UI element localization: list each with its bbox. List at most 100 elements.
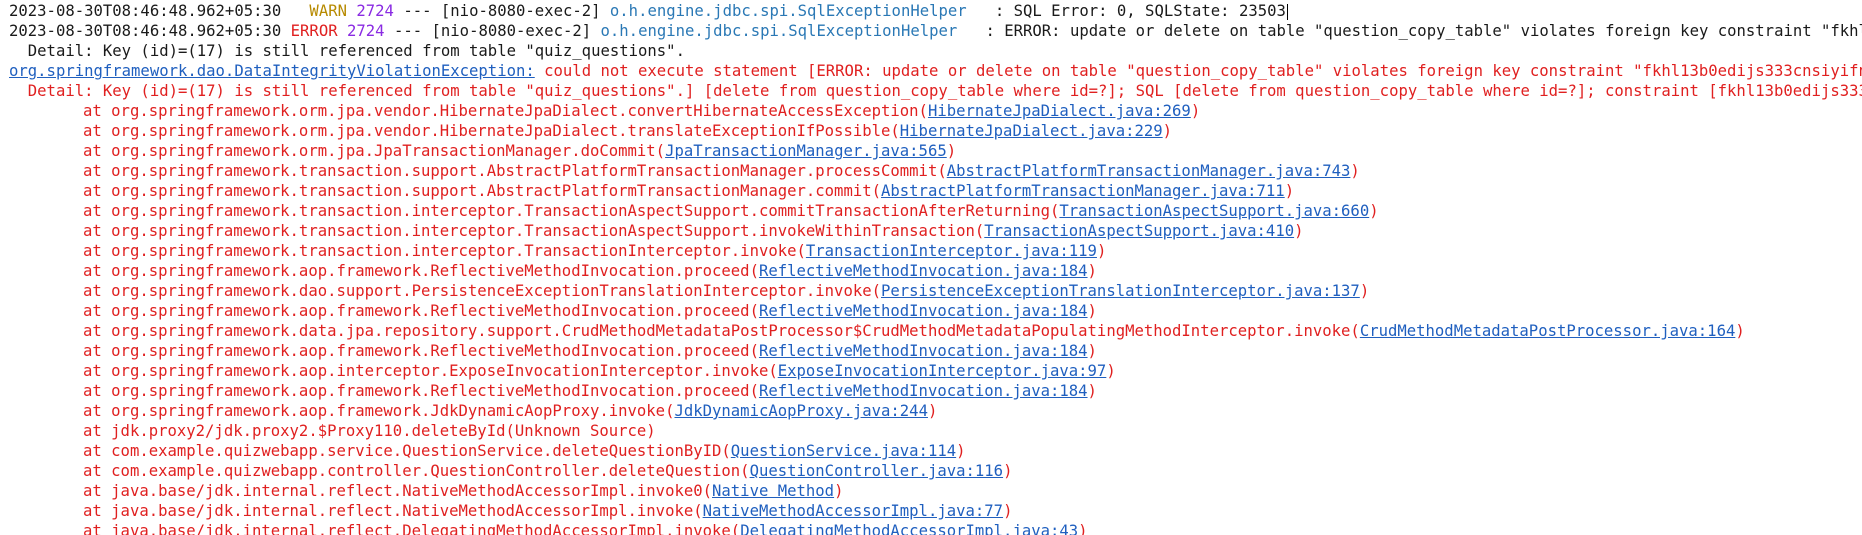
log-message: : ERROR: update or delete on table "ques… [985,22,1862,40]
frame-source-link[interactable]: AbstractPlatformTransactionManager.java:… [947,162,1351,180]
frame-source-link[interactable]: TransactionAspectSupport.java:660 [1059,202,1369,220]
stack-frame: at org.springframework.transaction.suppo… [0,161,1862,181]
frame-method: at java.base/jdk.internal.reflect.Delega… [83,522,741,535]
frame-method: at org.springframework.aop.framework.Ref… [83,302,759,320]
exception-class-link[interactable]: org.springframework.dao.DataIntegrityVio… [9,62,535,80]
frame-method: at org.springframework.transaction.inter… [83,222,985,240]
frame-close-paren: ) [946,142,957,160]
frame-method: at org.springframework.aop.framework.Ref… [83,262,759,280]
frame-source-link[interactable]: QuestionService.java:114 [731,442,956,460]
frame-method: at com.example.quizwebapp.service.Questi… [83,442,731,460]
log-logger: o.h.engine.jdbc.spi.SqlExceptionHelper [600,22,958,40]
frame-source-link[interactable]: ReflectiveMethodInvocation.java:184 [759,262,1088,280]
frame-method: at org.springframework.orm.jpa.vendor.Hi… [83,102,928,120]
frame-method: at org.springframework.orm.jpa.JpaTransa… [83,142,666,160]
frame-close-paren: ) [1350,162,1360,180]
frame-close-paren: ) [1078,522,1088,535]
frame-close-paren: ) [1087,382,1097,400]
frame-close-paren: ) [1087,342,1097,360]
log-timestamp: 2023-08-30T08:46:48.962+05:30 [9,22,282,40]
frame-method: at org.springframework.aop.framework.Ref… [83,382,759,400]
frame-close-paren: ) [1003,502,1013,520]
stack-frame: at org.springframework.transaction.inter… [0,201,1862,221]
frame-method: at org.springframework.transaction.suppo… [83,182,881,200]
frame-method: at jdk.proxy2/jdk.proxy2.$Proxy110.delet… [83,422,515,440]
text-cursor [1286,3,1288,20]
frame-method: at org.springframework.data.jpa.reposito… [83,322,1360,340]
stack-frame: at org.springframework.orm.jpa.vendor.Hi… [0,101,1862,121]
stack-frame: at org.springframework.orm.jpa.vendor.Hi… [0,121,1862,141]
stack-frame: at java.base/jdk.internal.reflect.Delega… [0,521,1862,535]
frame-close-paren: ) [1359,282,1370,300]
stack-frame: at org.springframework.aop.framework.Ref… [0,381,1862,401]
frame-source-link[interactable]: ReflectiveMethodInvocation.java:184 [759,342,1088,360]
frame-close-paren: ) [1369,202,1379,220]
frame-close-paren: ) [1106,362,1116,380]
frame-source-link[interactable]: AbstractPlatformTransactionManager.java:… [881,182,1285,200]
log-separator: --- [393,22,423,40]
frame-source-link[interactable]: CrudMethodMetadataPostProcessor.java:164 [1360,322,1736,340]
frame-close-paren: ) [1284,182,1295,200]
log-logger: o.h.engine.jdbc.spi.SqlExceptionHelper [609,2,967,20]
frame-method: at com.example.quizwebapp.controller.Que… [83,462,750,480]
frame-source-link[interactable]: TransactionInterceptor.java:119 [806,242,1097,260]
frame-source-link[interactable]: ExposeInvocationInterceptor.java:97 [778,362,1107,380]
stack-frame: at org.springframework.transaction.suppo… [0,181,1862,201]
frame-close-paren: ) [956,442,966,460]
frame-source-link[interactable]: ReflectiveMethodInvocation.java:184 [759,302,1088,320]
frame-source-link[interactable]: ReflectiveMethodInvocation.java:184 [759,382,1088,400]
frame-method: at org.springframework.aop.framework.Jdk… [83,402,675,420]
stack-frame: at java.base/jdk.internal.reflect.Native… [0,501,1862,521]
log-thread: [nio-8080-exec-2] [440,2,601,20]
frame-close-paren: ) [1096,242,1107,260]
stack-frame: at com.example.quizwebapp.service.Questi… [0,441,1862,461]
frame-source-link[interactable]: Native Method [712,482,834,500]
frame-source-link[interactable]: QuestionController.java:116 [750,462,1003,480]
stack-frame: at org.springframework.aop.framework.Ref… [0,301,1862,321]
exception-message: could not execute statement [ERROR: upda… [534,62,1862,80]
frame-close-paren: ) [927,402,938,420]
frame-method: at org.springframework.transaction.suppo… [83,162,947,180]
stack-frame: at org.springframework.aop.framework.Ref… [0,341,1862,361]
exception-line: org.springframework.dao.DataIntegrityVio… [0,61,1862,81]
frame-close-paren: ) [1003,462,1013,480]
frame-source-text: Unknown Source [514,422,647,440]
stack-frame: at org.springframework.aop.framework.Ref… [0,261,1862,281]
frame-source-link[interactable]: JpaTransactionManager.java:565 [665,142,947,160]
stack-frame: at org.springframework.orm.jpa.JpaTransa… [0,141,1862,161]
frame-method: at org.springframework.transaction.inter… [83,202,1060,220]
log-line-error: 2023-08-30T08:46:48.962+05:30 ERROR 2724… [0,21,1862,41]
log-pid: 2724 [347,22,385,40]
frame-source-link[interactable]: NativeMethodAccessorImpl.java:77 [703,502,1003,520]
frame-close-paren: ) [646,422,656,440]
frame-method: at org.springframework.transaction.inter… [83,242,806,260]
frame-source-link[interactable]: DelegatingMethodAccessorImpl.java:43 [740,522,1078,535]
exception-detail-line: Detail: Key (id)=(17) is still reference… [9,82,1862,100]
stack-frame: at org.springframework.data.jpa.reposito… [0,321,1862,341]
log-separator: --- [403,2,432,20]
frame-method: at org.springframework.dao.support.Persi… [83,282,881,300]
log-pid: 2724 [356,2,394,20]
stack-frame: at org.springframework.transaction.inter… [0,221,1862,241]
log-level-warn: WARN [300,2,347,20]
frame-method: at org.springframework.aop.framework.Ref… [83,342,759,360]
frame-source-link[interactable]: HibernateJpaDialect.java:269 [928,102,1191,120]
stack-frame: at jdk.proxy2/jdk.proxy2.$Proxy110.delet… [0,421,1862,441]
frame-method: at org.springframework.aop.interceptor.E… [83,362,778,380]
stack-frame: at java.base/jdk.internal.reflect.Native… [0,481,1862,501]
frame-source-link[interactable]: TransactionAspectSupport.java:410 [984,222,1294,240]
frame-close-paren: ) [1087,262,1097,280]
stack-frame: at org.springframework.aop.framework.Jdk… [0,401,1862,421]
console-output[interactable]: 2023-08-30T08:46:48.962+05:30 WARN 2724 … [0,0,1862,535]
frame-source-link[interactable]: HibernateJpaDialect.java:229 [900,122,1163,140]
frame-close-paren: ) [834,482,844,500]
frame-close-paren: ) [1294,222,1304,240]
log-level-error: ERROR [290,22,338,40]
stack-frame: at org.springframework.transaction.inter… [0,241,1862,261]
log-timestamp: 2023-08-30T08:46:48.962+05:30 [9,2,282,20]
frame-close-paren: ) [1735,322,1745,340]
frame-source-link[interactable]: PersistenceExceptionTranslationIntercept… [881,282,1360,300]
frame-close-paren: ) [1190,102,1201,120]
log-thread: [nio-8080-exec-2] [431,22,592,40]
frame-source-link[interactable]: JdkDynamicAopProxy.java:244 [674,402,927,420]
